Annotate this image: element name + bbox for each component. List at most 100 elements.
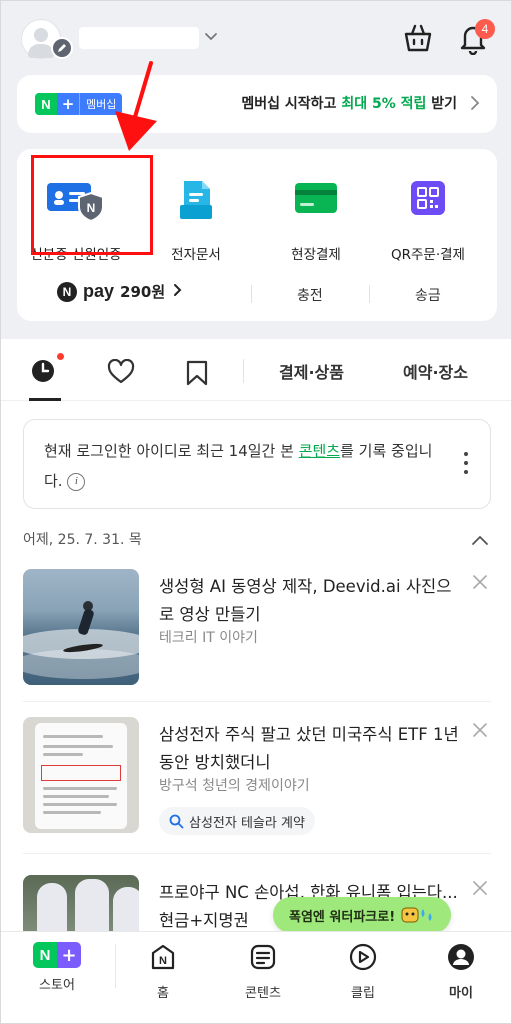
tab-payment-products[interactable]: 결제·상품 (279, 359, 344, 383)
promo-suffix: 받기 (426, 96, 457, 112)
contents-icon (250, 944, 276, 970)
notification-badge: 4 (475, 19, 495, 39)
clip-play-icon (349, 943, 377, 971)
feed-title[interactable]: 생성형 AI 동영상 제작, Deevid.ai 사진으로 영상 만들기 (159, 573, 459, 629)
clock-icon (32, 360, 54, 382)
promo-highlight: 최대 5% 적립 (341, 96, 427, 112)
text-line-shape (43, 753, 83, 756)
info-icon[interactable]: i (67, 472, 86, 491)
nav-my[interactable]: 마이 (421, 942, 501, 1001)
tab-divider (243, 359, 244, 383)
username-redacted[interactable] (79, 27, 199, 49)
bottom-navigation: N + 스토어 N 홈 콘텐츠 클립 마이 (1, 931, 511, 1023)
baseball-thumbnail (23, 875, 139, 931)
text-line-shape (43, 787, 117, 790)
badge-plus: + (57, 93, 79, 115)
red-arrow-annotation (115, 61, 157, 151)
feed-source: 방구석 청년의 경제이야기 (159, 778, 310, 794)
tab-recent[interactable] (29, 357, 61, 401)
text-line-shape (43, 803, 117, 806)
membership-promo-text: 멤버십 시작하고 최대 5% 적립 받기 (241, 93, 457, 113)
svg-text:N: N (159, 955, 167, 967)
promo-prefix: 멤버십 시작하고 (241, 96, 342, 112)
quick-item-label: 전자문서 (171, 247, 221, 263)
chevron-right-icon (469, 95, 481, 115)
text-line-shape (43, 745, 113, 748)
pay-word: pay (83, 281, 115, 301)
content-tabs: 결제·상품 예약·장소 (1, 339, 511, 401)
naver-pay-n-icon: N (57, 281, 77, 302)
feed-item[interactable]: 삼성전자 주식 팔고 샀던 미국주식 ETF 1년 동안 방치했더니 방구석 청… (23, 717, 491, 837)
chevron-up-icon[interactable] (471, 531, 489, 550)
feed-source: 테크리 IT 이야기 (159, 630, 258, 646)
nav-home[interactable]: N 홈 (123, 942, 203, 1001)
history-date: 어제, 25. 7. 31. 목 (23, 532, 142, 548)
waterpark-promo-banner[interactable]: 폭염엔 워터파크로! (273, 897, 452, 933)
related-search-tag[interactable]: 삼성전자 테슬라 계약 (159, 807, 315, 835)
phone-screen-shape (35, 723, 127, 829)
edit-profile-icon[interactable] (51, 37, 73, 59)
send-money-button[interactable]: 송금 (415, 285, 441, 305)
heart-icon (107, 358, 135, 384)
user-profile-icon (448, 944, 474, 970)
nav-clip[interactable]: 클립 (323, 942, 403, 1001)
new-indicator-dot (57, 353, 64, 360)
quick-item-label: QR주문·결제 (391, 247, 465, 263)
nav-contents[interactable]: 콘텐츠 (223, 942, 303, 1001)
close-icon[interactable] (471, 879, 489, 901)
history-notice-box: 현재 로그인한 아이디로 최근 14일간 본 콘텐츠를 기록 중입니다. i (23, 419, 491, 509)
close-icon[interactable] (471, 573, 489, 595)
screen: 4 N + 멤버십 멤버십 시작하고 최대 5% 적립 받기 N 신분증·신원인… (0, 0, 512, 1024)
surfing-thumbnail (23, 569, 139, 685)
quick-item-label: 현장결제 (291, 247, 341, 263)
promo-label: 폭염엔 워터파크로! (289, 909, 396, 925)
svg-text:N: N (87, 201, 96, 215)
red-box-shape (41, 765, 121, 781)
notice-text: 현재 로그인한 아이디로 최근 14일간 본 콘텐츠를 기록 중입니다. i (44, 436, 444, 496)
divider (23, 853, 491, 854)
shopping-bag-icon[interactable] (401, 21, 435, 59)
search-icon (169, 814, 184, 828)
charge-button[interactable]: 충전 (297, 285, 323, 305)
chevron-right-icon (173, 282, 183, 301)
more-options-icon[interactable] (464, 452, 468, 479)
document-icon (176, 179, 216, 225)
notice-text-before: 현재 로그인한 아이디로 최근 14일간 본 (44, 442, 299, 460)
player-shape (113, 887, 139, 931)
divider (23, 701, 491, 702)
avatar-head (34, 28, 48, 42)
nav-store[interactable]: N + 스토어 (17, 942, 97, 993)
badge-n: N (35, 93, 57, 115)
tab-reservation-places[interactable]: 예약·장소 (403, 359, 468, 383)
nav-label: 스토어 (39, 978, 75, 993)
membership-banner[interactable]: N + 멤버십 멤버십 시작하고 최대 5% 적립 받기 (17, 75, 497, 133)
feed-title[interactable]: 삼성전자 주식 팔고 샀던 미국주식 ETF 1년 동안 방치했더니 (159, 721, 459, 777)
id-card-shield-icon: N (45, 179, 107, 227)
text-line-shape (43, 795, 109, 798)
feed-item[interactable]: 생성형 AI 동영상 제작, Deevid.ai 사진으로 영상 만들기 테크리… (23, 569, 491, 689)
store-icon-n: N (33, 942, 57, 968)
bookmark-icon (186, 360, 208, 386)
qr-code-icon (409, 179, 447, 221)
nav-label: 콘텐츠 (245, 986, 281, 1001)
chevron-down-icon[interactable] (203, 29, 219, 49)
water-splash-icon (401, 907, 432, 923)
store-icon-plus: + (57, 942, 81, 968)
divider (369, 285, 370, 303)
quick-item-label: 신분증·신원인증 (30, 247, 122, 263)
contents-link[interactable]: 콘텐츠 (299, 442, 340, 460)
nav-label: 홈 (157, 986, 169, 1001)
stock-screenshot-thumbnail (23, 717, 139, 833)
tab-liked[interactable] (107, 358, 135, 389)
text-line-shape (43, 735, 103, 738)
close-icon[interactable] (471, 721, 489, 743)
divider (251, 285, 252, 303)
tab-saved[interactable] (185, 359, 209, 391)
player-shape (37, 883, 67, 931)
naver-pay-balance[interactable]: N pay 290원 (57, 281, 183, 302)
card-payment-icon (294, 181, 338, 219)
pay-balance-amount: 290원 (120, 283, 166, 301)
tag-label: 삼성전자 테슬라 계약 (189, 815, 305, 831)
text-line-shape (43, 811, 101, 814)
player-shape (75, 879, 109, 931)
